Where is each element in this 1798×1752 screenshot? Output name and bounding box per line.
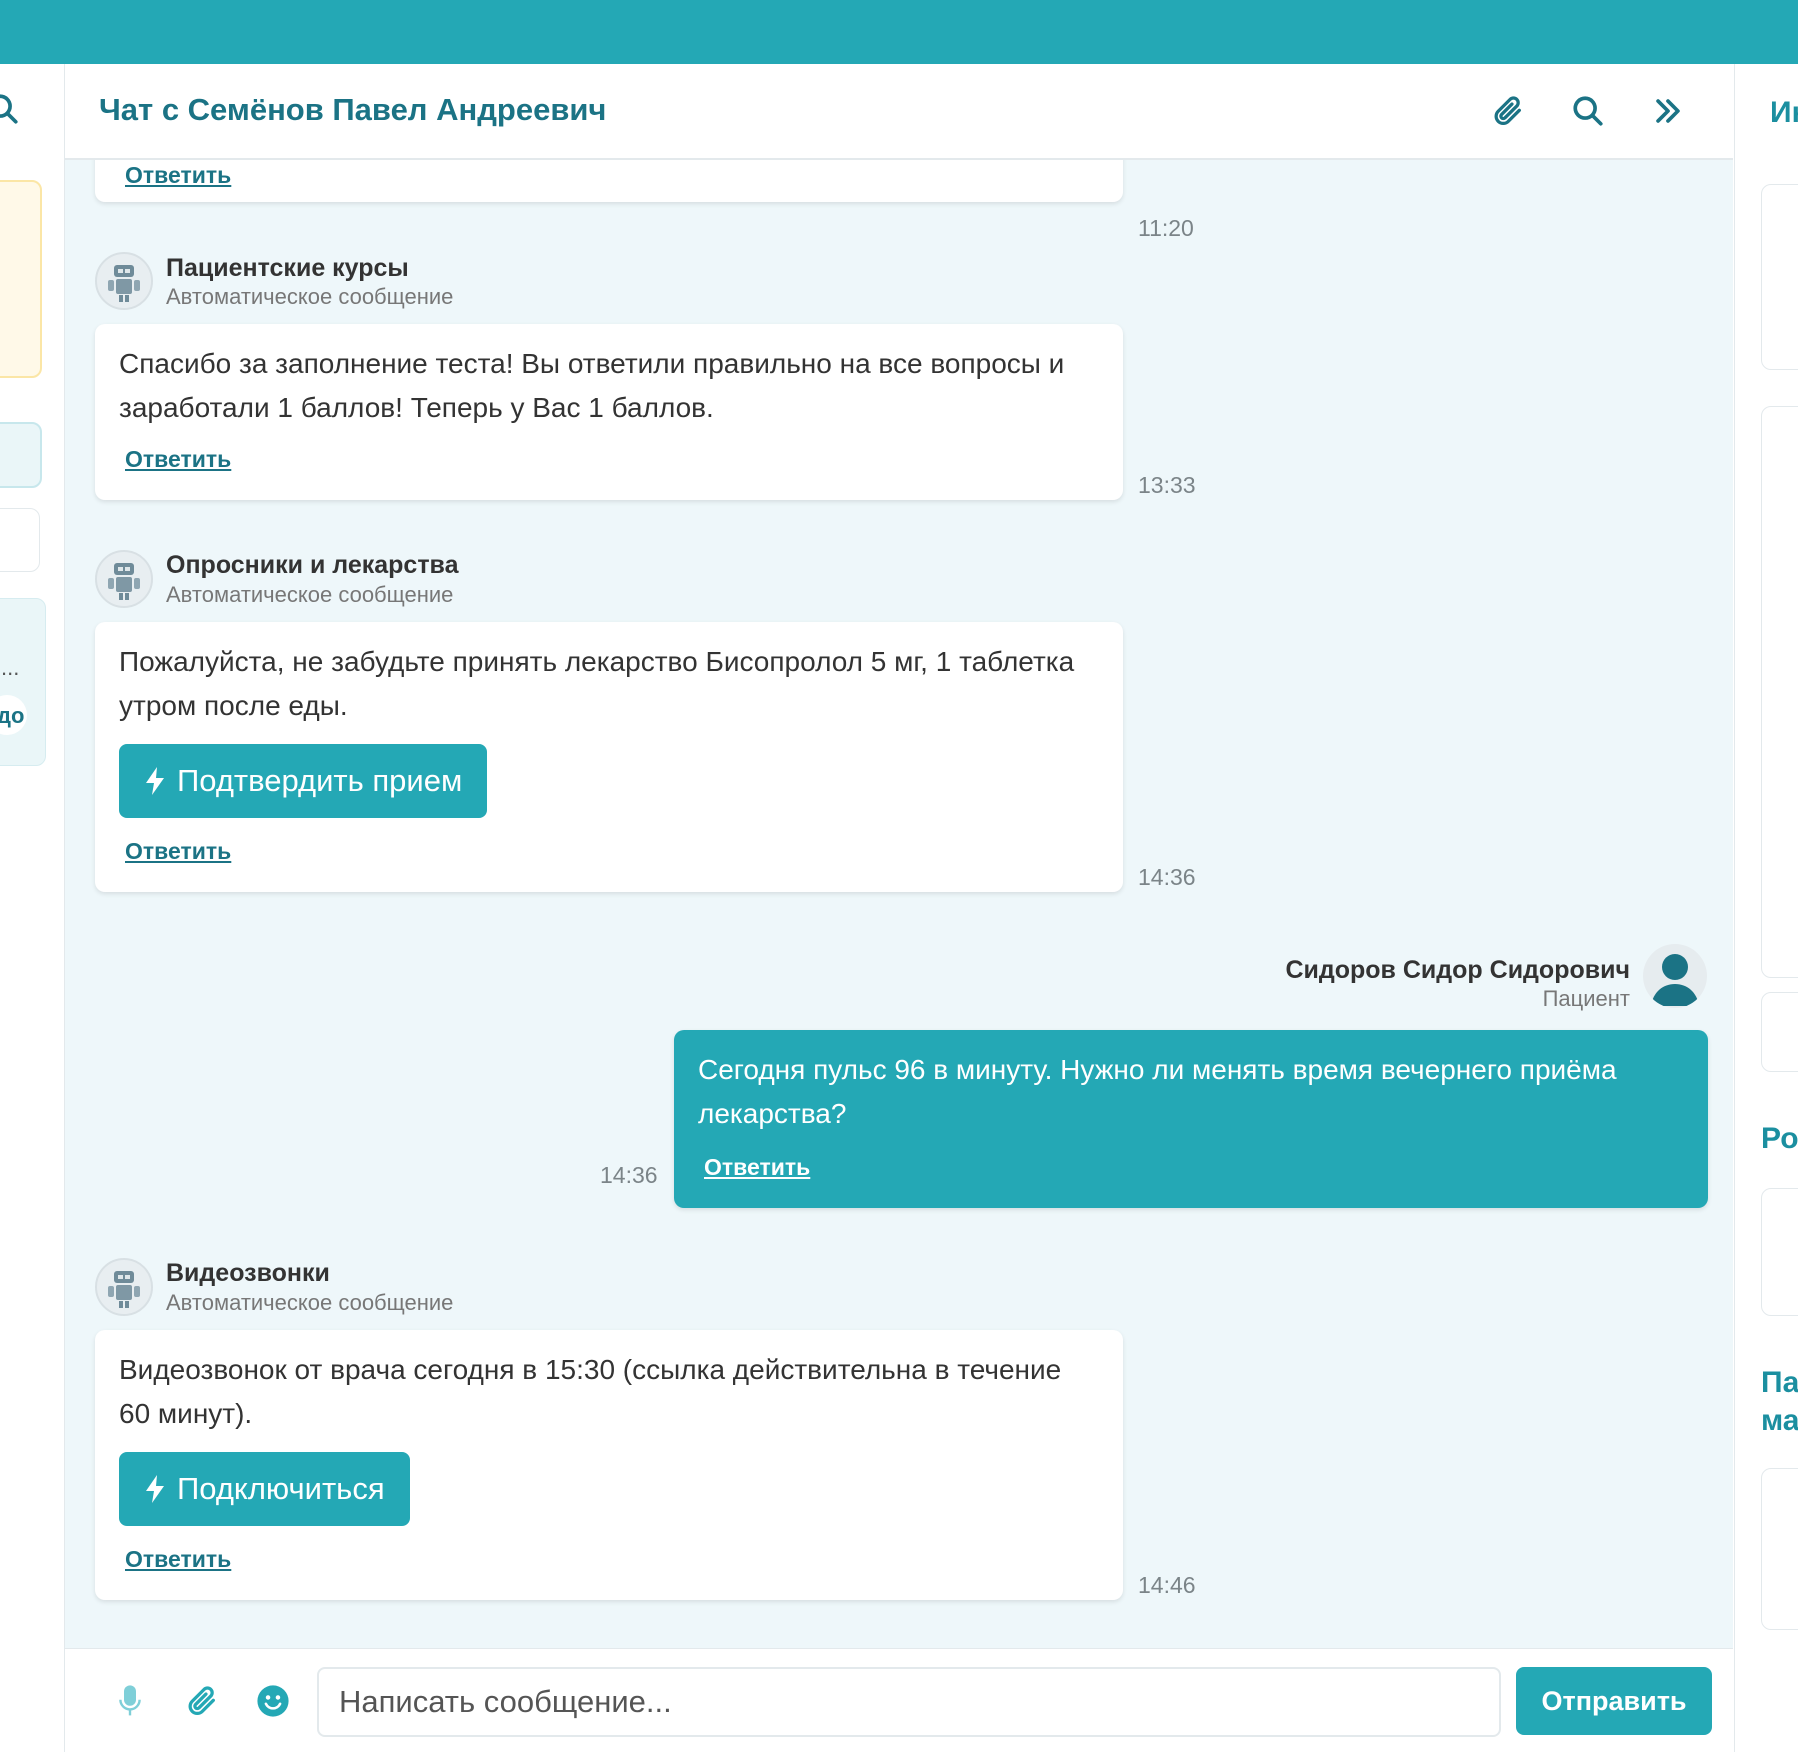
bot-avatar — [95, 550, 153, 608]
sender-name: Видеозвонки — [166, 1259, 330, 1287]
sender-name: Опросники и лекарства — [166, 551, 459, 579]
message-time: 14:46 — [1138, 1572, 1196, 1598]
message-text: Сегодня пульс 96 в минуту. Нужно ли меня… — [698, 1054, 1617, 1129]
sender-name: Пациентские курсы — [166, 254, 409, 282]
user-avatar — [1643, 944, 1707, 1008]
reply-link[interactable]: Ответить — [704, 1154, 810, 1181]
message-text: Спасибо за заполнение теста! Вы ответили… — [119, 348, 1065, 423]
reply-link[interactable]: Ответить — [125, 162, 231, 189]
truncated-text: ... — [1, 655, 20, 680]
right-info-panel: Ин Ро Па ма — [1734, 64, 1798, 1752]
message-input[interactable] — [317, 1667, 1501, 1737]
sender-subtitle: Автоматическое сообщение — [166, 284, 454, 309]
connect-button[interactable]: Подключиться — [119, 1452, 410, 1526]
smiley-icon[interactable] — [251, 1679, 295, 1723]
message-text: Пожалуйста, не забудьте принять лекарств… — [119, 646, 1075, 721]
button-label: Подтвердить прием — [177, 763, 463, 798]
message-bubble-outgoing: Сегодня пульс 96 в минуту. Нужно ли меня… — [674, 1030, 1708, 1208]
message-time: 14:36 — [600, 1162, 658, 1188]
message-bubble: Спасибо за заполнение теста! Вы ответили… — [95, 324, 1123, 500]
left-sidebar: ... до — [0, 64, 65, 1752]
paperclip-icon[interactable] — [180, 1679, 224, 1723]
truncated-text: до — [0, 703, 25, 728]
message-bubble: Видеозвонок от врача сегодня в 15:30 (сс… — [95, 1330, 1123, 1600]
send-button[interactable]: Отправить — [1516, 1667, 1712, 1735]
info-panel-title: Ин — [1770, 96, 1798, 129]
message-composer: Отправить — [65, 1648, 1733, 1752]
sender-name: Сидоров Сидор Сидорович — [1285, 956, 1630, 984]
reply-link[interactable]: Ответить — [125, 838, 231, 865]
chat-title: Чат с Семёнов Павел Андреевич — [99, 92, 607, 127]
button-label: Подключиться — [177, 1471, 385, 1506]
info-card — [1761, 992, 1798, 1072]
confirm-intake-button[interactable]: Подтвердить прием — [119, 744, 488, 818]
reply-link[interactable]: Ответить — [125, 1546, 231, 1573]
message-list[interactable]: Ответить 11:20 Пациентские курсы Автомат… — [65, 160, 1733, 1648]
message-time: 14:36 — [1138, 864, 1196, 890]
double-chevron-right-icon[interactable] — [1645, 88, 1691, 134]
bot-avatar — [95, 252, 153, 310]
message-text: Видеозвонок от врача сегодня в 15:30 (сс… — [119, 1354, 1062, 1429]
lightning-icon — [143, 766, 167, 796]
sender-subtitle: Автоматическое сообщение — [166, 1290, 454, 1315]
warning-card[interactable] — [0, 180, 42, 378]
search-icon[interactable] — [0, 92, 20, 131]
info-card — [1761, 406, 1798, 978]
chat-list-item[interactable]: ... до — [0, 598, 46, 766]
search-icon[interactable] — [1565, 88, 1611, 134]
sender-subtitle: Автоматическое сообщение — [166, 582, 454, 607]
message-bubble: Пожалуйста, не забудьте принять лекарств… — [95, 622, 1123, 892]
top-bar — [0, 0, 1798, 64]
lightning-icon — [143, 1474, 167, 1504]
paperclip-icon[interactable] — [1485, 88, 1531, 134]
microphone-icon[interactable] — [108, 1679, 152, 1723]
section-title: Ро — [1761, 1122, 1798, 1155]
info-card — [1761, 1468, 1798, 1630]
message-time: 13:33 — [1138, 472, 1196, 498]
sender-subtitle: Пациент — [1542, 986, 1630, 1011]
info-card — [1761, 184, 1798, 370]
active-chat-item[interactable] — [0, 422, 42, 488]
bot-avatar — [95, 1258, 153, 1316]
reply-link[interactable]: Ответить — [125, 446, 231, 473]
chat-panel: Чат с Семёнов Павел Андреевич Ответить 1… — [65, 64, 1733, 1752]
section-title-line2: ма — [1761, 1404, 1798, 1437]
input-box[interactable] — [0, 508, 40, 572]
chat-header: Чат с Семёнов Павел Андреевич — [65, 64, 1733, 160]
info-card — [1761, 1188, 1798, 1316]
section-title-line1: Па — [1761, 1366, 1798, 1399]
message-bubble: Ответить — [95, 160, 1123, 202]
message-time: 11:20 — [1138, 215, 1194, 241]
